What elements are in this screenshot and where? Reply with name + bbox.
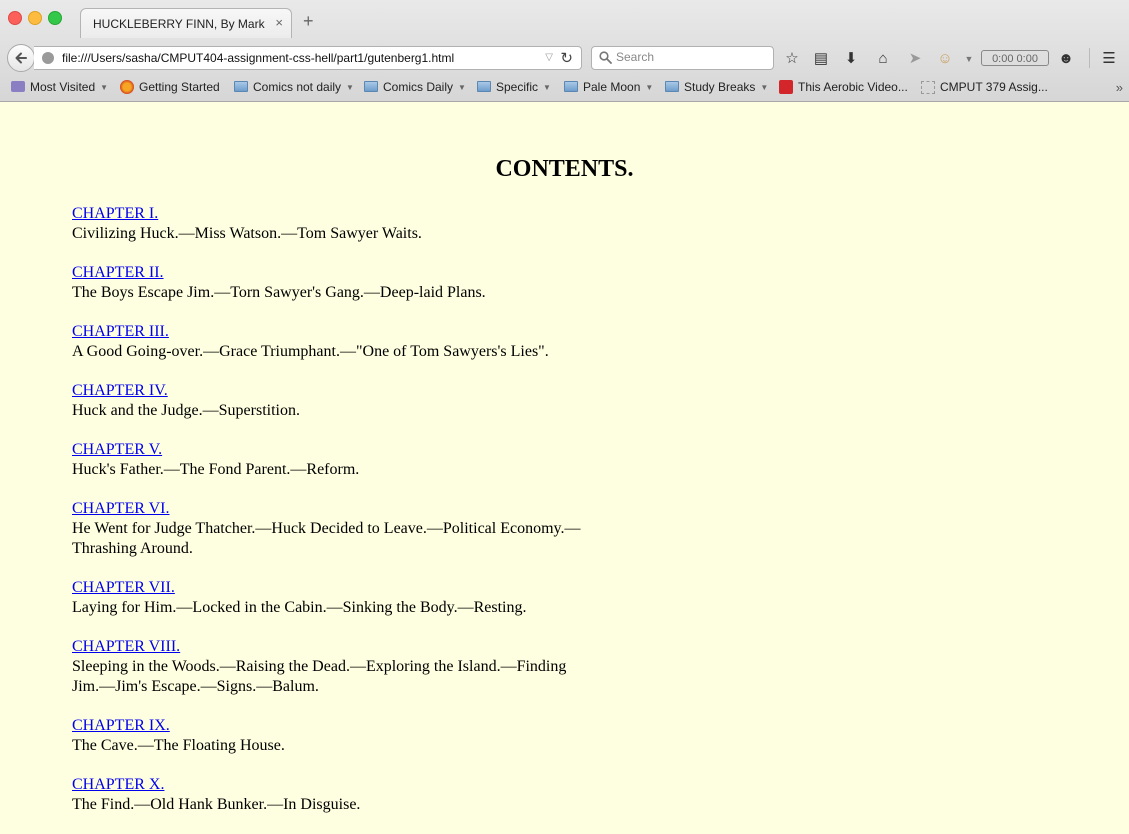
folder-icon	[665, 81, 679, 92]
bookmark-label: This Aerobic Video...	[798, 80, 908, 94]
bookmark-label: Comics Daily	[383, 80, 454, 94]
chapter-entry: CHAPTER X. The Find.—Old Hank Bunker.—In …	[72, 775, 592, 815]
chapter-link[interactable]: CHAPTER IV.	[72, 382, 168, 399]
url-text[interactable]: file:///Users/sasha/CMPUT404-assignment-…	[62, 51, 454, 65]
folder-icon	[477, 81, 491, 92]
bookmark-label: Most Visited	[30, 80, 96, 94]
chevron-more-icon[interactable]: »	[1116, 80, 1123, 95]
chapter-link[interactable]: CHAPTER I.	[72, 205, 158, 222]
bookmark-label: Getting Started	[139, 80, 220, 94]
chapter-link[interactable]: CHAPTER VIII.	[72, 638, 180, 655]
chevron-down-icon: ▼	[760, 83, 769, 92]
bookmark-label: Comics not daily	[253, 80, 342, 94]
chapter-summary: The Find.—Old Hank Bunker.—In Disguise.	[72, 796, 361, 813]
folder-icon	[364, 81, 378, 92]
chapter-entry: CHAPTER VI. He Went for Judge Thatcher.—H…	[72, 499, 592, 559]
globe-icon	[42, 52, 54, 64]
chapter-summary: The Cave.—The Floating House.	[72, 737, 285, 754]
chevron-down-icon: ▼	[458, 83, 466, 92]
bookmark-label: Study Breaks	[684, 80, 756, 94]
bookmark-comics-daily[interactable]: Comics Daily ▼	[364, 80, 466, 98]
tab-strip: HUCKLEBERRY FINN, By Mark ... × +	[0, 0, 1129, 38]
url-dropdown-icon[interactable]: ▽	[545, 52, 553, 63]
chapter-summary: Sleeping in the Woods.—Raising the Dead.…	[72, 658, 567, 695]
chevron-down-icon: ▼	[100, 83, 109, 92]
chapter-entry: CHAPTER V. Huck's Father.—The Fond Parent…	[72, 440, 592, 480]
chapter-entry: CHAPTER III. A Good Going-over.—Grace Tri…	[72, 322, 592, 362]
bookmark-pale-moon[interactable]: Pale Moon ▼	[564, 80, 653, 98]
toolbar-divider	[1089, 48, 1090, 68]
chapter-link[interactable]: CHAPTER II.	[72, 264, 164, 281]
video-icon	[779, 80, 793, 94]
download-icon[interactable]: ⬇	[842, 50, 860, 68]
timer-counter: 0:00 0:00	[981, 50, 1049, 66]
back-arrow-icon	[15, 52, 27, 64]
chapter-link[interactable]: CHAPTER V.	[72, 441, 162, 458]
page-title: CONTENTS.	[495, 156, 634, 182]
bookmark-study-breaks[interactable]: Study Breaks ▼	[665, 80, 768, 98]
most-visited-icon	[11, 81, 25, 92]
close-window-button[interactable]	[8, 11, 22, 25]
bookmark-comics-not-daily[interactable]: Comics not daily ▼	[234, 80, 354, 98]
send-icon[interactable]: ➤	[906, 50, 924, 68]
chapter-entry: CHAPTER IX. The Cave.—The Floating House.	[72, 716, 592, 756]
reading-list-icon[interactable]: ▤	[812, 50, 830, 68]
chapter-summary: Huck and the Judge.—Superstition.	[72, 402, 300, 419]
zoom-window-button[interactable]	[48, 11, 62, 25]
nav-bar: file:///Users/sasha/CMPUT404-assignment-…	[0, 40, 1129, 76]
chapter-summary: He Went for Judge Thatcher.—Huck Decided…	[72, 520, 581, 557]
bookmark-most-visited[interactable]: Most Visited ▼	[11, 80, 108, 98]
search-bar[interactable]	[591, 46, 774, 70]
chapter-link[interactable]: CHAPTER IX.	[72, 717, 170, 734]
bookmark-label: CMPUT 379 Assig...	[940, 80, 1048, 94]
tab-active[interactable]: HUCKLEBERRY FINN, By Mark ... ×	[80, 8, 292, 38]
folder-icon	[564, 81, 578, 92]
chevron-down-icon: ▼	[346, 83, 354, 92]
chapter-entry: CHAPTER IV. Huck and the Judge.—Superstit…	[72, 381, 592, 421]
hamburger-menu-icon[interactable]: ☰	[1100, 50, 1118, 68]
chapter-summary: Laying for Him.—Locked in the Cabin.—Sin…	[72, 599, 527, 616]
chevron-down-icon: ▼	[543, 83, 551, 92]
chapter-link[interactable]: CHAPTER III.	[72, 323, 169, 340]
url-bar[interactable]: file:///Users/sasha/CMPUT404-assignment-…	[34, 46, 582, 70]
bookmark-aerobic-video[interactable]: This Aerobic Video...	[779, 80, 908, 98]
bookmark-star-icon[interactable]: ☆	[783, 50, 801, 68]
addon-dropdown-icon[interactable]: ▼	[960, 50, 978, 68]
bookmark-label: Specific	[496, 80, 539, 94]
reload-icon[interactable]: ↻	[560, 49, 573, 67]
chapter-link[interactable]: CHAPTER VI.	[72, 500, 170, 517]
home-icon[interactable]: ⌂	[874, 50, 892, 68]
tab-close-icon[interactable]: ×	[275, 15, 283, 30]
search-icon	[599, 51, 612, 64]
minimize-window-button[interactable]	[28, 11, 42, 25]
new-tab-button[interactable]: +	[303, 12, 314, 30]
addon-icon[interactable]: ☺	[936, 50, 954, 68]
chapter-link[interactable]: CHAPTER X.	[72, 776, 164, 793]
chapter-summary: A Good Going-over.—Grace Triumphant.—"On…	[72, 343, 549, 360]
bookmark-specific[interactable]: Specific ▼	[477, 80, 551, 98]
bookmark-getting-started[interactable]: Getting Started	[120, 80, 220, 98]
chapter-summary: The Boys Escape Jim.—Torn Sawyer's Gang.…	[72, 284, 486, 301]
page-content: CONTENTS. CHAPTER I. Civilizing Huck.—Mis…	[0, 102, 1129, 830]
browser-chrome: HUCKLEBERRY FINN, By Mark ... × + file:/…	[0, 0, 1129, 102]
chapter-entry: CHAPTER VIII. Sleeping in the Woods.—Rais…	[72, 637, 592, 697]
table-of-contents: CHAPTER I. Civilizing Huck.—Miss Watson.—…	[72, 204, 592, 834]
back-button[interactable]	[7, 44, 35, 72]
smiley-icon[interactable]: ☻	[1057, 50, 1075, 68]
page-icon	[921, 81, 935, 94]
bookmark-cmput-379[interactable]: CMPUT 379 Assig...	[921, 80, 1048, 98]
folder-icon	[234, 81, 248, 92]
tab-title: HUCKLEBERRY FINN, By Mark ...	[93, 17, 265, 31]
chevron-down-icon: ▼	[645, 83, 654, 92]
chapter-link[interactable]: CHAPTER VII.	[72, 579, 175, 596]
chapter-entry: CHAPTER I. Civilizing Huck.—Miss Watson.—…	[72, 204, 592, 244]
bookmarks-toolbar: Most Visited ▼ Getting Started Comics not…	[0, 78, 1129, 100]
bookmark-label: Pale Moon	[583, 80, 641, 94]
chapter-summary: Huck's Father.—The Fond Parent.—Reform.	[72, 461, 360, 478]
chapter-summary: Civilizing Huck.—Miss Watson.—Tom Sawyer…	[72, 225, 422, 242]
search-input[interactable]	[616, 50, 766, 64]
chapter-entry: CHAPTER II. The Boys Escape Jim.—Torn Saw…	[72, 263, 592, 303]
firefox-icon	[120, 80, 134, 94]
chapter-entry: CHAPTER VII. Laying for Him.—Locked in th…	[72, 578, 592, 618]
